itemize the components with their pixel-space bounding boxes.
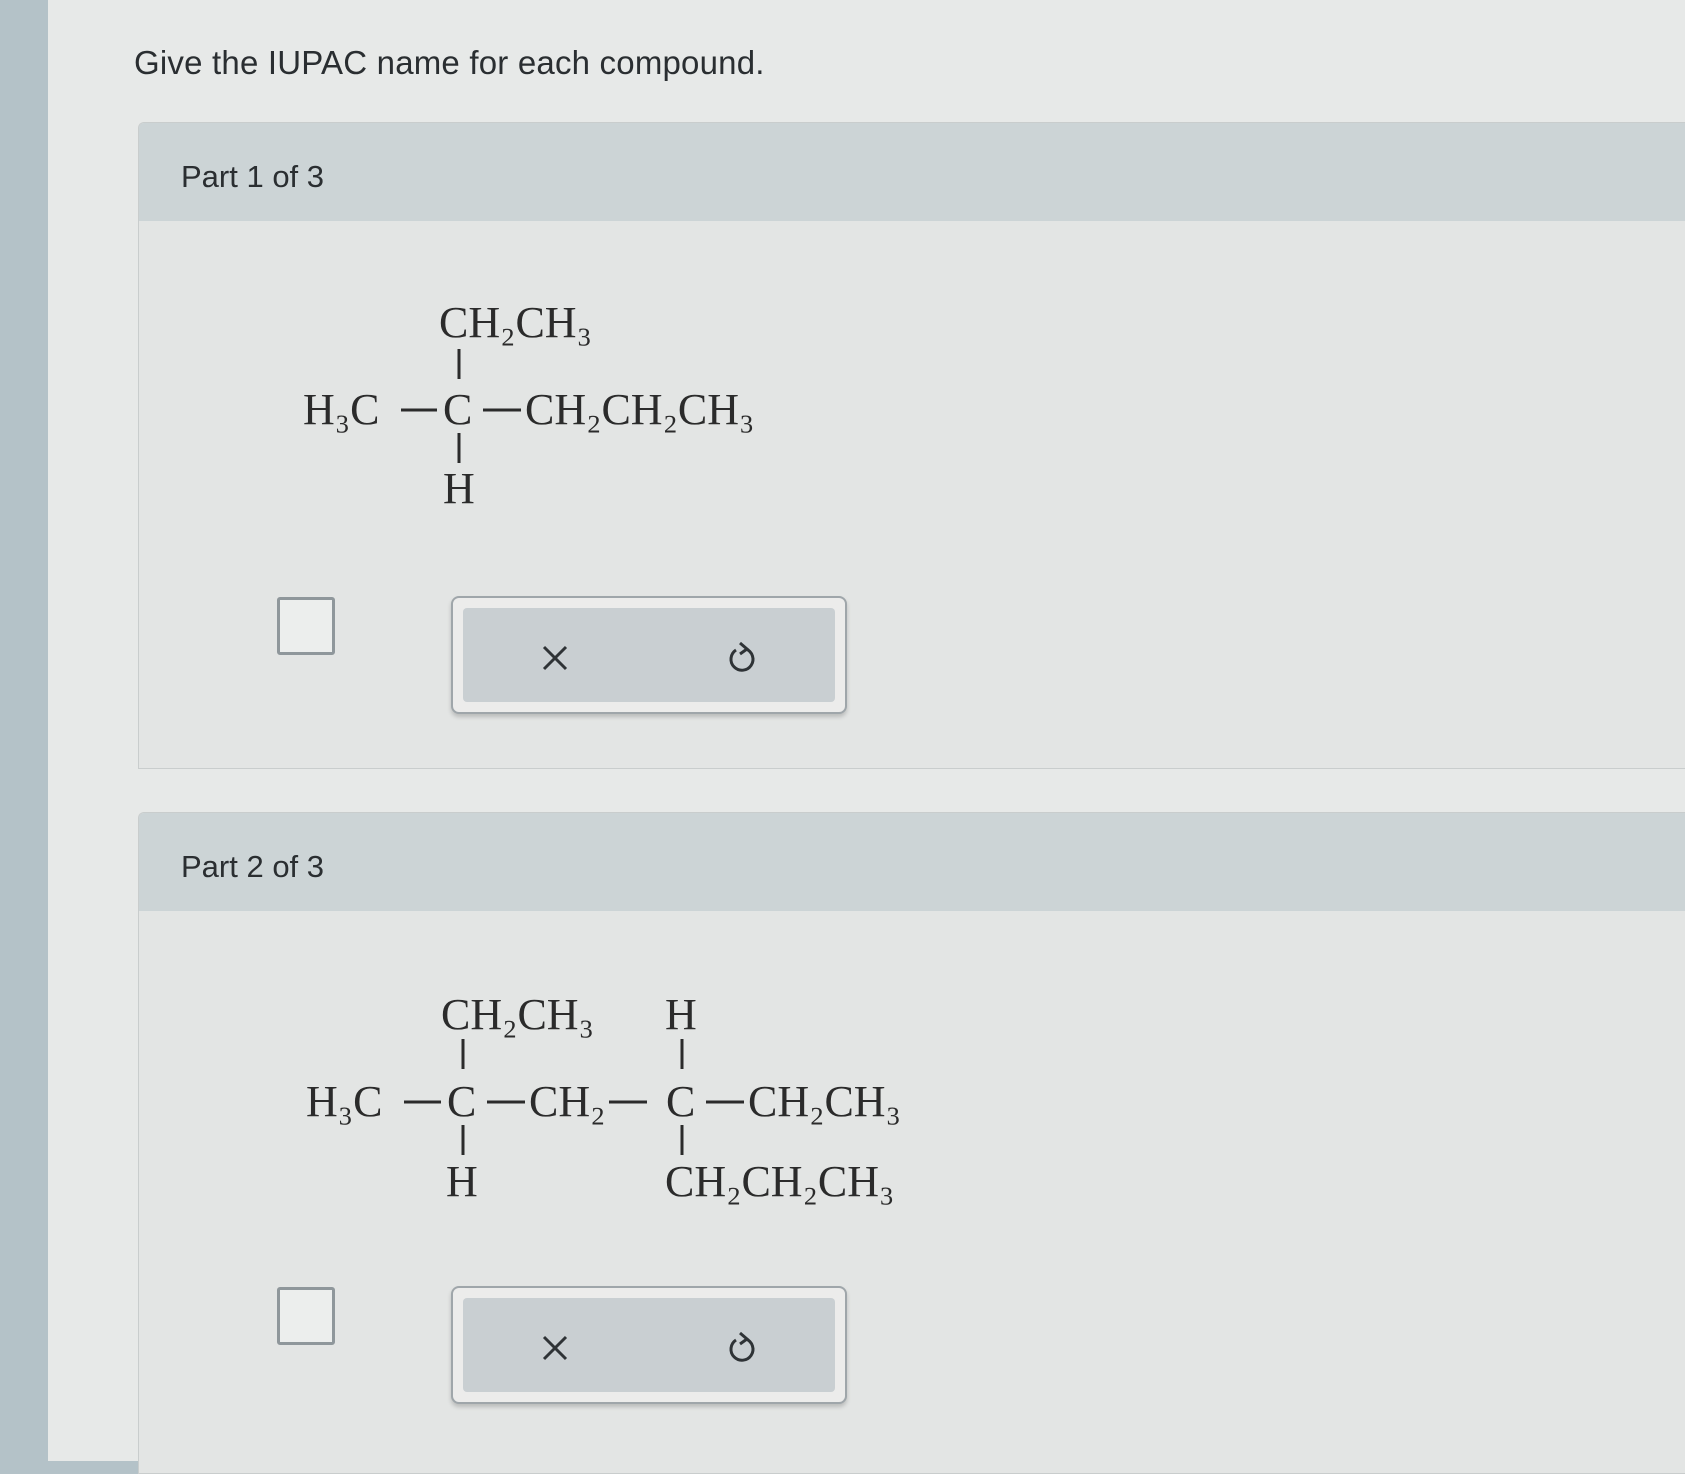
part-2-undo-button[interactable] bbox=[715, 1320, 771, 1376]
part-2-top-right-group: H bbox=[665, 990, 697, 1039]
part-1-panel: Part 1 of 3 CH₂CH₃ H₃C C CH₂CH₂CH₃ H bbox=[138, 122, 1685, 769]
part-2-bottom-left-group: H bbox=[446, 1157, 478, 1206]
part-1-header: Part 1 of 3 bbox=[139, 123, 1685, 221]
part-2-center-carbon-2: C bbox=[666, 1077, 695, 1126]
part-1-structure: CH₂CH₃ H₃C C CH₂CH₂CH₃ H bbox=[303, 298, 754, 513]
undo-icon bbox=[729, 641, 755, 672]
part-2-title: Part 2 of 3 bbox=[181, 849, 325, 884]
part-2-center-carbon-1: C bbox=[447, 1077, 476, 1126]
part-1-top-group: CH₂CH₃ bbox=[439, 298, 592, 347]
part-1-toolbar bbox=[451, 596, 847, 714]
part-1-center-carbon: C bbox=[443, 385, 472, 434]
part-2-middle-group: CH₂ bbox=[529, 1077, 605, 1126]
part-1-undo-button[interactable] bbox=[715, 630, 771, 686]
x-icon bbox=[542, 1335, 568, 1361]
part-2-clear-button[interactable] bbox=[527, 1320, 583, 1376]
part-1-bottom-group: H bbox=[443, 464, 475, 513]
part-2-bottom-right-group: CH₂CH₂CH₃ bbox=[665, 1157, 894, 1206]
part-2-top-left-group: CH₂CH₃ bbox=[441, 990, 594, 1039]
part-1-answer-input[interactable] bbox=[277, 597, 335, 655]
part-2-right-group: CH₂CH₃ bbox=[748, 1077, 901, 1126]
page: Give the IUPAC name for each compound. P… bbox=[48, 0, 1685, 1474]
undo-icon bbox=[729, 1331, 755, 1362]
question-text: Give the IUPAC name for each compound. bbox=[134, 44, 765, 81]
part-1-toolbar-inner bbox=[463, 608, 835, 702]
part-2-answer-input[interactable] bbox=[277, 1287, 335, 1345]
x-icon bbox=[542, 645, 568, 671]
part-2-toolbar bbox=[451, 1286, 847, 1404]
part-1-clear-button[interactable] bbox=[527, 630, 583, 686]
part-2-toolbar-inner bbox=[463, 1298, 835, 1392]
part-2-structure: CH₂CH₃ H H₃C C CH₂ C CH₂CH₃ H CH₂CH₂CH₃ bbox=[306, 990, 901, 1206]
part-1-title: Part 1 of 3 bbox=[181, 159, 325, 194]
part-2-panel: Part 2 of 3 CH₂CH₃ H H₃C C CH₂ C CH₂CH₃ … bbox=[138, 812, 1685, 1474]
part-2-header: Part 2 of 3 bbox=[139, 813, 1685, 911]
part-1-left-group: H₃C bbox=[303, 385, 379, 434]
part-2-left-group: H₃C bbox=[306, 1077, 382, 1126]
part-1-right-group: CH₂CH₂CH₃ bbox=[525, 385, 754, 434]
